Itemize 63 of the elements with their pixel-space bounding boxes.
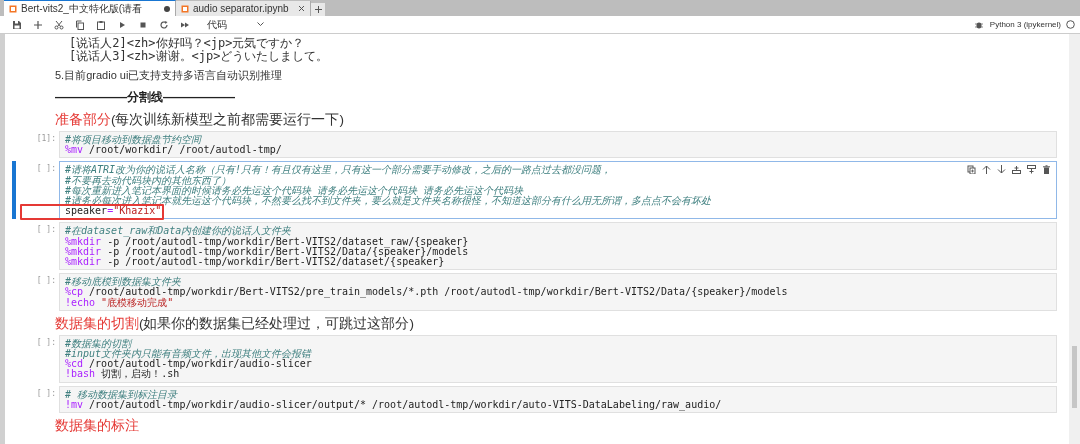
- code-line: #在dataset_raw和Data内创建你的说话人文件夹: [65, 226, 292, 237]
- scrollbar[interactable]: [1069, 34, 1080, 444]
- arrow-up-icon[interactable]: [982, 165, 991, 175]
- kernel-name[interactable]: Python 3 (ipykernel): [989, 20, 1061, 29]
- scissors-icon: [54, 19, 64, 30]
- bug-icon[interactable]: [974, 20, 983, 29]
- section-heading: 数据集的标注: [55, 417, 139, 435]
- restart-icon: [159, 19, 169, 30]
- unsaved-dot-icon: [164, 6, 170, 12]
- cell-type-dropdown[interactable]: 代码: [204, 17, 267, 32]
- run-icon: [117, 19, 127, 30]
- code-line: # 移动数据集到标注目录: [65, 389, 178, 400]
- code-line: speaker="Khazix": [65, 206, 162, 217]
- execution-count: [ ]:: [36, 387, 56, 400]
- close-icon[interactable]: [298, 5, 305, 12]
- code-line: #请将ATRI改为你的说话人名称（只有!只有！有且仅有这里，只有这一个部分需要手动修改，之后的一路点过去都没问题，: [65, 165, 612, 176]
- markdown-text: 5.目前gradio ui已支持支持多语言自动识别推理: [55, 68, 283, 83]
- execution-count: [ ]:: [36, 224, 56, 237]
- code-line: %cp /root/autodl-tmp/workdir/Bert-VITS2/pre_train_models/*.pth /root/autodl-tmp/workdir/Bert-VITS2/Data/{speaker}/models: [65, 287, 788, 298]
- insert-below-icon[interactable]: [1012, 165, 1021, 175]
- section-heading: 数据集的切割(如果你的数据集已经处理过，可跳过这部分): [55, 314, 414, 332]
- section-heading: 准备部分(每次训练新模型之前都需要运行一下): [55, 111, 344, 128]
- code-line: %mkdir -p /root/autodl-tmp/workdir/Bert-VITS2/dataset/{speaker}: [65, 257, 445, 268]
- save-icon: [12, 19, 22, 30]
- code-line: !echo "底模移动完成": [65, 297, 174, 308]
- execution-count: [ ]:: [36, 163, 56, 176]
- trash-icon[interactable]: [1042, 165, 1051, 175]
- code-line: #移动底模到数据集文件夹: [65, 277, 182, 288]
- code-text-line: [说话人3]<zh>谢谢。<jp>どういたしまして。: [69, 50, 329, 63]
- code-line: #数据集的切割: [65, 338, 132, 349]
- code-line: #每次重新进入笔记本界面的时候请务必先运这个代码块 请务必先运这个代码块 请务必先运这个代码块: [65, 185, 524, 196]
- execution-count: [ ]:: [36, 336, 56, 349]
- add-icon: [33, 19, 43, 30]
- clipboard-icon: [96, 19, 106, 30]
- code-cell[interactable]: # 移动数据集到标注目录 !mv /root/autodl-tmp/workdir/audio-slicer/output/* /root/autodl-tmp/workdir/auto-VITS-DataLabeling/raw_audio/: [59, 385, 1057, 414]
- notebook-icon: [9, 4, 17, 13]
- code-cell[interactable]: [59, 222, 1057, 271]
- code-line: %cd /root/autodl-tmp/workdir/audio-slicer: [65, 359, 312, 370]
- execution-count: [1]:: [36, 133, 56, 145]
- code-line: %mkdir -p /root/autodl-tmp/workdir/Bert-VITS2/Data/{speaker}/models: [65, 246, 469, 257]
- kernel-status-icon: [1066, 20, 1075, 29]
- code-text-line: [说话人2]<zh>你好吗？<jp>元気ですか？: [69, 37, 305, 50]
- code-cell[interactable]: #将项目移动到数据盘节约空间 %mv /root/workdir/ /root/autodl-tmp/: [59, 131, 1057, 159]
- notebook-icon: [181, 4, 189, 13]
- copy-icon: [75, 19, 85, 30]
- code-line: #input文件夹内只能有音频文件，出现其他文件会报错: [65, 349, 312, 360]
- code-cell[interactable]: #移动底模到数据集文件夹 %cp /root/autodl-tmp/workdir/Bert-VITS2/pre_train_models/*.pth /root/autodl-tmp/workdir/Bert-VITS2/Data/{speaker}/models !echo "底模移动完成": [59, 273, 1057, 311]
- code-line: !bash 切割，启动！.sh: [65, 369, 180, 380]
- insert-above-icon[interactable]: [1027, 165, 1036, 175]
- code-line: %mkdir -p /root/autodl-tmp/workdir/Bert-VITS2/dataset_raw/{speaker}: [65, 236, 469, 247]
- arrow-down-icon[interactable]: [997, 165, 1006, 175]
- notebook-tab[interactable]: Bert-vits2_中文特化版(请看: [4, 0, 176, 16]
- execution-count: [ ]:: [36, 275, 56, 288]
- notebook-tab[interactable]: audio separator.ipynb: [176, 1, 311, 16]
- new-tab-icon[interactable]: [314, 6, 322, 13]
- code-cell[interactable]: #数据集的切割 #input文件夹内只能有音频文件，出现其他文件会报错 %cd /root/autodl-tmp/workdir/audio-slicer !bash 切割，启动！.sh: [59, 334, 1057, 383]
- code-line: #不要再去动代码块内的其他东西了）: [65, 175, 232, 186]
- duplicate-icon[interactable]: [967, 165, 976, 175]
- divider-heading: ——————分割线——————: [55, 89, 235, 106]
- caret-icon: [257, 22, 264, 27]
- code-line: #将项目移动到数据盘节约空间: [65, 135, 202, 146]
- code-line: %mv /root/workdir/ /root/autodl-tmp/: [65, 145, 282, 156]
- code-line: !mv /root/autodl-tmp/workdir/audio-slicer/output/* /root/autodl-tmp/workdir/auto-VITS-DataLabeling/raw_audio/: [65, 399, 722, 411]
